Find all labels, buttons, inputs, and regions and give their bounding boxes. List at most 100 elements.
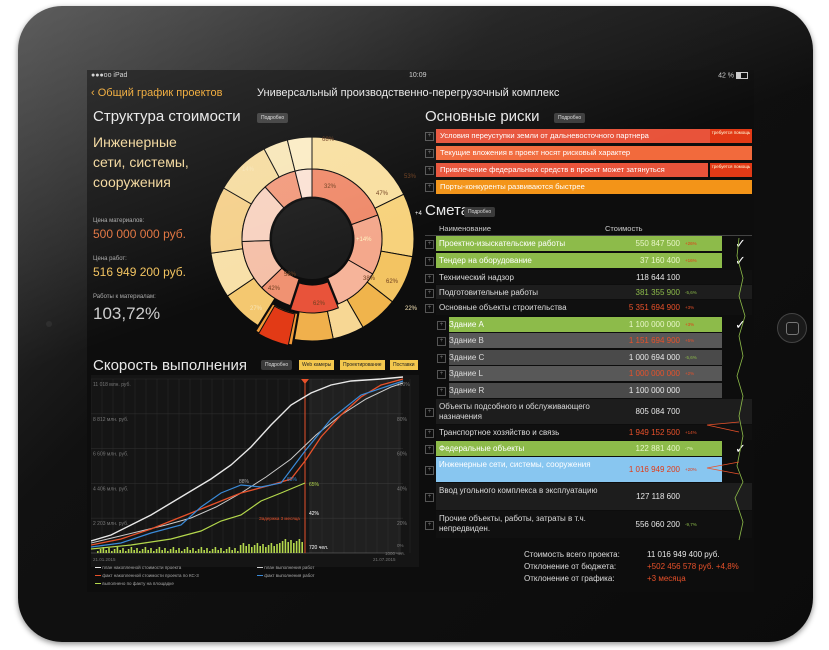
plus-box-icon[interactable]: +: [425, 273, 434, 283]
workers-bar: [111, 551, 113, 553]
speed-title: Скорость выполнения: [93, 357, 247, 374]
legend-item: план выполнения работ: [257, 565, 314, 570]
screen: ●●●oo iPad 10:09 42 % ‹ Общий график про…: [87, 70, 754, 592]
workers-bar: [290, 540, 292, 553]
tag-design[interactable]: Проектирование: [340, 360, 385, 370]
navigation-bar: ‹ Общий график проектов Универсальный пр…: [87, 83, 754, 105]
plus-box-icon[interactable]: +: [425, 240, 434, 249]
workers-bar: [153, 551, 155, 553]
workers-bar: [141, 549, 144, 553]
plus-box-icon[interactable]: +: [437, 370, 446, 379]
estimate-title: Смета: [425, 202, 470, 219]
series-label: 42%: [309, 511, 320, 517]
workers-bar: [225, 549, 228, 553]
ratio-value: 103,72%: [93, 304, 161, 323]
workers-bar: [144, 547, 147, 553]
row-name: Технический надзор: [439, 272, 514, 282]
series-label: 65%: [309, 482, 320, 488]
budget-deviation-value: +502 456 578 руб. +4,8%: [647, 562, 739, 571]
variance-line-over: [706, 421, 740, 433]
cost-structure-donut[interactable]: 14%38%19%27%42%62%68%32%58%+14%47%38%62%…: [202, 126, 422, 352]
y-tick-label: 11 018 млн. руб.: [93, 382, 131, 388]
workers-bar: [242, 543, 245, 553]
plus-box-icon[interactable]: +: [425, 408, 434, 417]
plus-box-icon[interactable]: +: [437, 354, 446, 363]
col-name-header: Наименование: [439, 224, 491, 233]
workers-bar: [122, 548, 124, 553]
workers-label: 720 чел.: [309, 545, 328, 551]
workers-bar: [228, 547, 231, 553]
donut-label: 38%: [363, 276, 376, 282]
workers-bar: [270, 543, 273, 553]
plus-box-icon: +: [425, 183, 434, 192]
row-name: Прочие объекты, работы, затраты в т.ч. н…: [439, 514, 586, 533]
cost-details-button[interactable]: Подробно: [257, 113, 289, 123]
workers-bar: [150, 548, 152, 553]
y-tick-label: 2 203 млн. руб.: [93, 521, 128, 527]
workers-bar: [158, 547, 161, 553]
plus-box-icon[interactable]: +: [437, 387, 446, 396]
risks-title: Основные риски: [425, 108, 540, 125]
row-name: Тендер на оборудование: [439, 256, 532, 265]
works-value: 516 949 200 руб.: [93, 265, 186, 279]
tag-supply[interactable]: Поставки: [390, 360, 418, 370]
workers-bar: [105, 550, 107, 553]
home-button-icon[interactable]: [777, 313, 807, 343]
page-title: Универсальный производственно-перегрузоч…: [257, 87, 560, 99]
row-name: Подготовительные работы: [439, 287, 539, 297]
row-name: Ввод угольного комплекса в эксплуатацию: [439, 486, 598, 495]
donut-label: 38%: [278, 153, 291, 159]
risk-item[interactable]: + Условия переуступки земли от дальневос…: [425, 129, 752, 143]
plus-box-icon: +: [425, 132, 434, 141]
plus-box-icon[interactable]: +: [425, 257, 434, 266]
series-label: 85%: [287, 477, 298, 483]
workers-bar: [273, 546, 275, 553]
workers-bar: [284, 539, 287, 553]
carrier-label: ●●●oo iPad: [91, 72, 128, 79]
legend-item: факт накопленной стоимости проекта по КС…: [95, 573, 199, 578]
plus-box-icon: +: [425, 149, 434, 158]
risks-details-button[interactable]: Подробно: [554, 113, 586, 123]
risk-item[interactable]: + Порты-конкуренты развиваются быстрее: [425, 180, 752, 194]
donut-label: +14%: [356, 237, 372, 243]
donut-label: 42%: [268, 286, 281, 292]
plus-box-icon[interactable]: +: [425, 288, 434, 298]
row-name: Здание L: [449, 369, 483, 378]
plus-box-icon[interactable]: +: [425, 445, 434, 454]
workers-max-label: 1000 чел.: [385, 551, 405, 556]
risk-item[interactable]: + Текущие вложения в проект носят рисков…: [425, 146, 752, 160]
delay-label: Задержка 3 месяца: [259, 516, 300, 521]
workers-bar: [99, 549, 102, 553]
row-name: Транспортное хозяйство и связь: [439, 428, 560, 437]
plus-box-icon[interactable]: +: [425, 493, 434, 502]
workers-bar: [130, 547, 133, 553]
speed-details-button[interactable]: Подробно: [261, 360, 293, 370]
risk-item[interactable]: + Привлечение федеральных средств в прое…: [425, 163, 752, 177]
back-button[interactable]: ‹ Общий график проектов: [91, 87, 222, 99]
plus-box-icon[interactable]: +: [437, 337, 446, 346]
works-label: Цена работ:: [93, 256, 127, 262]
workers-bar: [127, 549, 130, 553]
workers-bar: [192, 548, 194, 553]
materials-value: 500 000 000 руб.: [93, 227, 186, 241]
plus-box-icon[interactable]: +: [425, 304, 434, 313]
plus-box-icon[interactable]: +: [425, 521, 434, 530]
row-name: Инженерные сети, системы, сооружения: [439, 460, 591, 469]
row-name: Здание С: [449, 353, 485, 362]
battery-icon: [736, 72, 748, 79]
row-name: Проектно-изыскательские работы: [439, 239, 566, 248]
row-name: Здание В: [449, 336, 484, 345]
plus-box-icon[interactable]: +: [425, 466, 434, 475]
workers-bar: [197, 549, 200, 553]
workers-bar: [295, 541, 298, 553]
camera-icon: [46, 321, 52, 327]
workers-bar: [178, 548, 180, 553]
plus-box-icon[interactable]: +: [425, 429, 434, 438]
legend-item: план накопленной стоимости проекта: [95, 565, 181, 570]
tag-webcams[interactable]: Web камеры: [299, 360, 335, 370]
plus-box-icon[interactable]: +: [437, 321, 446, 330]
donut-label: +49%: [415, 211, 422, 217]
estimate-details-button[interactable]: Подробно: [464, 207, 496, 217]
donut-label: 22%: [405, 306, 418, 312]
y-tick-label: 8 812 млн. руб.: [93, 417, 128, 423]
